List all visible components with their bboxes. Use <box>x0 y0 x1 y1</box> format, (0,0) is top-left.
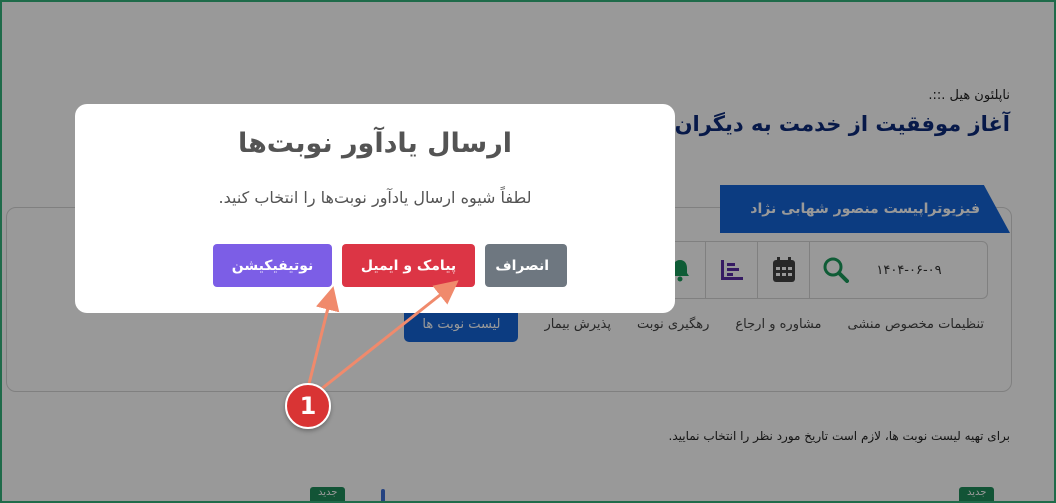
step-marker: 1 <box>285 383 331 429</box>
annotation-arrows <box>305 280 459 393</box>
arrow-to-notification <box>319 280 459 392</box>
arrow-to-sms <box>305 286 340 393</box>
app-frame: ناپلئون هیل .::. آغاز موفقیت از خدمت به … <box>0 0 1056 503</box>
